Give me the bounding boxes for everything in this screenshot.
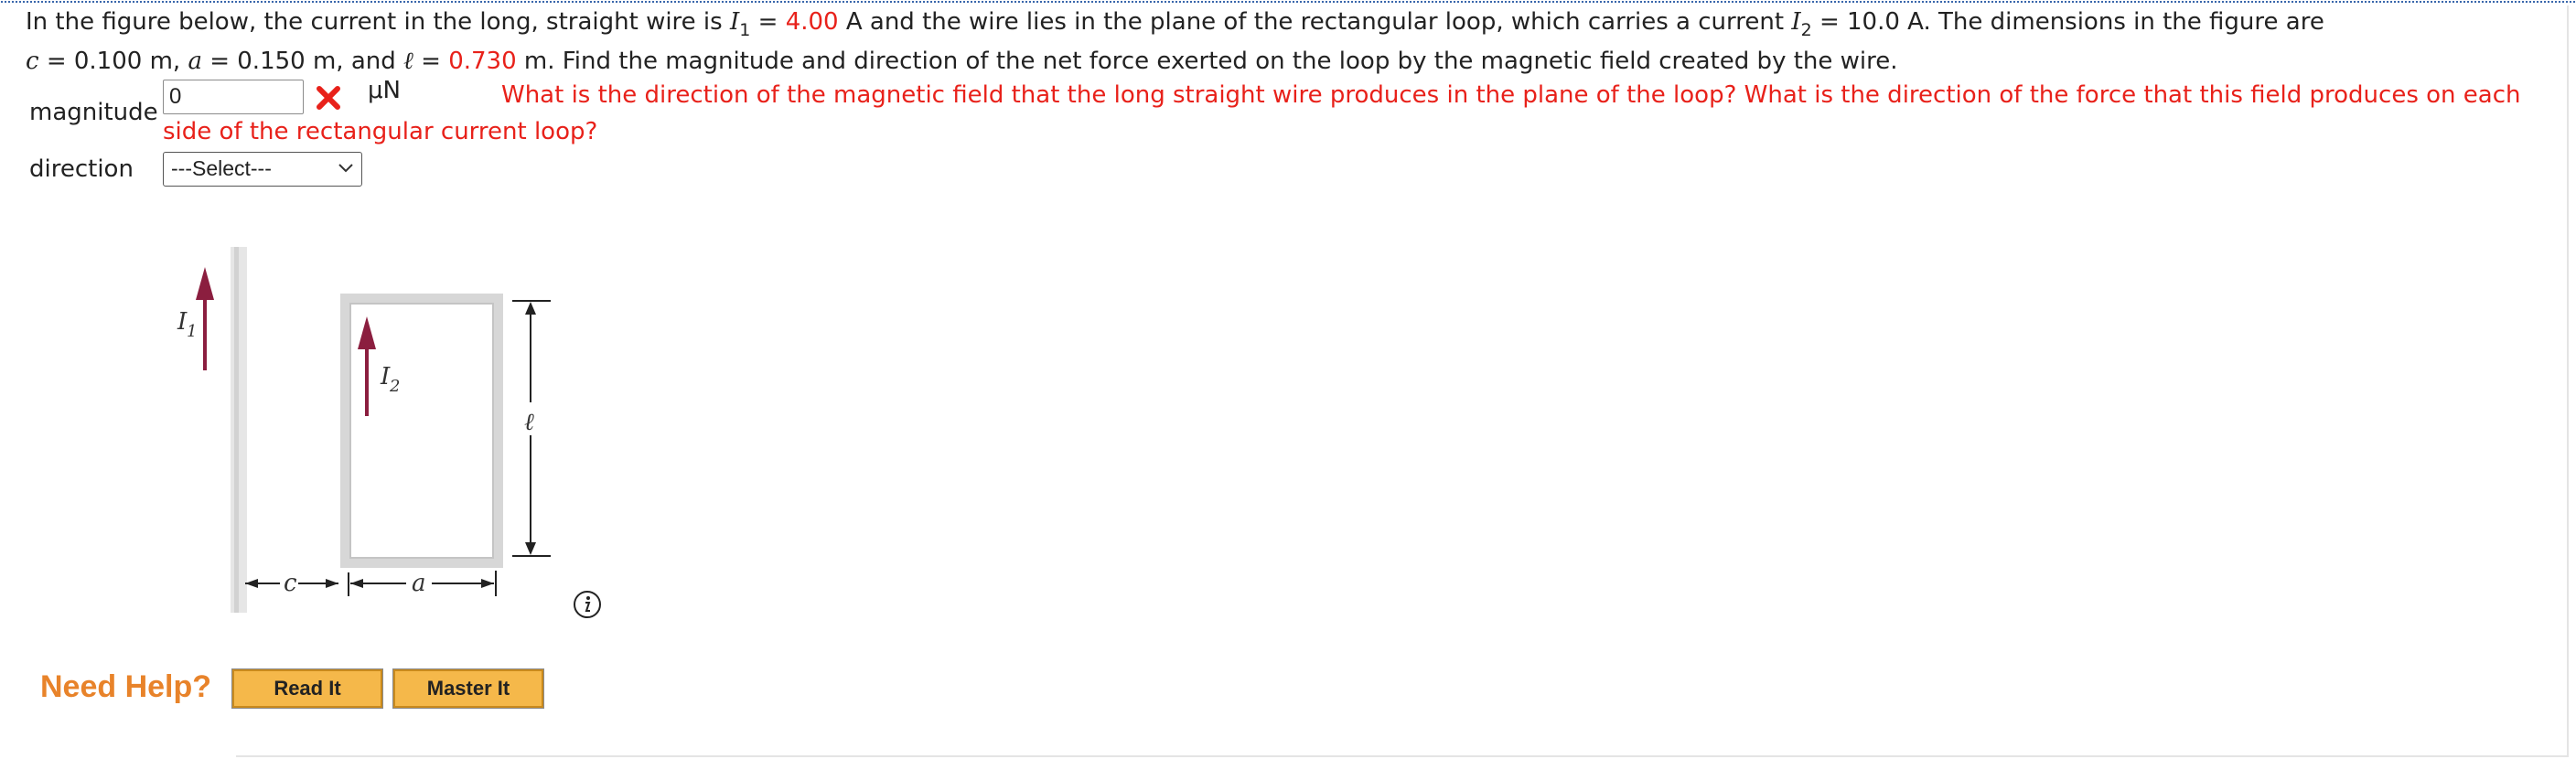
direction-selected-value: ---Select--- (171, 156, 272, 180)
l-figure-label: ℓ (524, 409, 534, 436)
circuit-figure: I 1 I 2 ℓ c a (177, 247, 551, 613)
c-figure-label: c (284, 570, 297, 597)
frame-bottom-border (236, 755, 2569, 757)
chevron-down-icon (338, 164, 353, 173)
direction-select[interactable]: ---Select--- (163, 152, 362, 187)
svg-text:2: 2 (389, 377, 400, 396)
a-figure-label: a (412, 570, 426, 597)
feedback-text: What is the direction of the magnetic fi… (163, 81, 2521, 145)
info-icon[interactable] (572, 589, 603, 620)
read-it-button[interactable]: Read It (231, 668, 383, 709)
direction-label: direction (29, 155, 134, 183)
frame-right-border (2567, 5, 2569, 755)
svg-text:1: 1 (187, 322, 197, 341)
magnitude-label: magnitude (29, 99, 158, 126)
i1-value: 4.00 (785, 8, 839, 36)
question-text: In the figure below, the current in the … (26, 8, 2324, 75)
need-help-label: Need Help? (40, 669, 212, 704)
l-value: 0.730 (448, 48, 517, 75)
master-it-button[interactable]: Master It (392, 668, 544, 709)
